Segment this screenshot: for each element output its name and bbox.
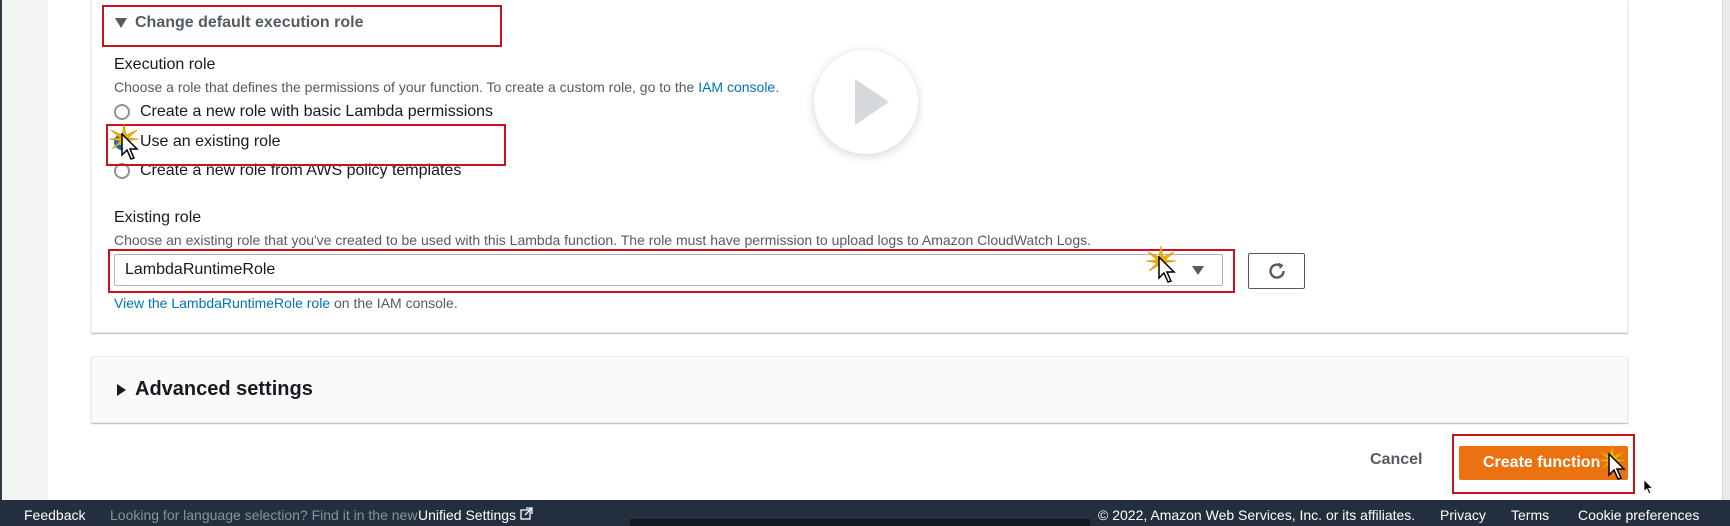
scrollbar[interactable] [1722,0,1730,500]
view-role-suffix: on the IAM console. [333,295,458,311]
cookie-preferences-link[interactable]: Cookie preferences [1578,507,1699,523]
play-triangle [855,79,889,125]
refresh-icon [1268,262,1285,279]
execution-role-description: Choose a role that defines the permissio… [114,79,779,95]
cancel-button[interactable]: Cancel [1370,451,1422,469]
console-footer: Feedback Looking for language selection?… [0,500,1730,526]
radio-label: Create a new role with basic Lambda perm… [140,103,494,120]
execution-role-label: Execution role [114,56,216,73]
unified-settings-label: Unified Settings [418,507,517,523]
external-link-icon [520,507,533,520]
radio-button[interactable] [114,104,130,120]
caret-down-icon [115,18,127,28]
unified-settings-link[interactable]: Unified Settings [418,507,516,523]
cursor-icon [1158,256,1176,283]
left-gutter [0,0,48,500]
terms-link[interactable]: Terms [1511,507,1549,523]
window-edge [0,0,2,500]
cursor-icon [1608,453,1626,480]
refresh-button[interactable] [1248,253,1305,289]
caret-down-icon[interactable] [1192,266,1204,275]
expander-label: Change default execution role [135,14,364,31]
footer-divider [630,519,1090,526]
iam-console-link[interactable]: IAM console [698,79,775,95]
privacy-link[interactable]: Privacy [1440,507,1486,523]
feedback-link[interactable]: Feedback [24,507,85,523]
radio-create-basic-role[interactable]: Create a new role with basic Lambda perm… [114,103,493,121]
radio-label: Create a new role from AWS policy templa… [140,162,462,179]
advanced-settings-label: Advanced settings [135,378,313,400]
cursor-icon [1643,479,1653,494]
view-role-link[interactable]: View the LambdaRuntimeRole role [114,295,330,311]
advanced-settings-expander[interactable]: Advanced settings [117,378,313,401]
advanced-settings-panel [91,356,1628,423]
change-execution-role-expander[interactable]: Change default execution role [115,14,363,32]
existing-role-select[interactable]: LambdaRuntimeRole [114,254,1223,286]
play-icon[interactable] [814,50,918,154]
cursor-icon [121,133,139,160]
radio-create-from-templates[interactable]: Create a new role from AWS policy templa… [114,162,461,180]
description-text: Choose a role that defines the permissio… [114,79,695,95]
caret-right-icon [117,383,126,396]
radio-label: Use an existing role [140,133,281,150]
existing-role-description: Choose an existing role that you've crea… [114,232,1092,248]
language-text: Looking for language selection? Find it … [110,507,418,523]
description-suffix: . [775,79,780,95]
existing-role-label: Existing role [114,209,202,226]
radio-button[interactable] [114,163,130,179]
view-role-line: View the LambdaRuntimeRole role on the I… [114,295,458,311]
copyright-text: © 2022, Amazon Web Services, Inc. or its… [1098,507,1416,523]
select-value: LambdaRuntimeRole [125,261,276,278]
